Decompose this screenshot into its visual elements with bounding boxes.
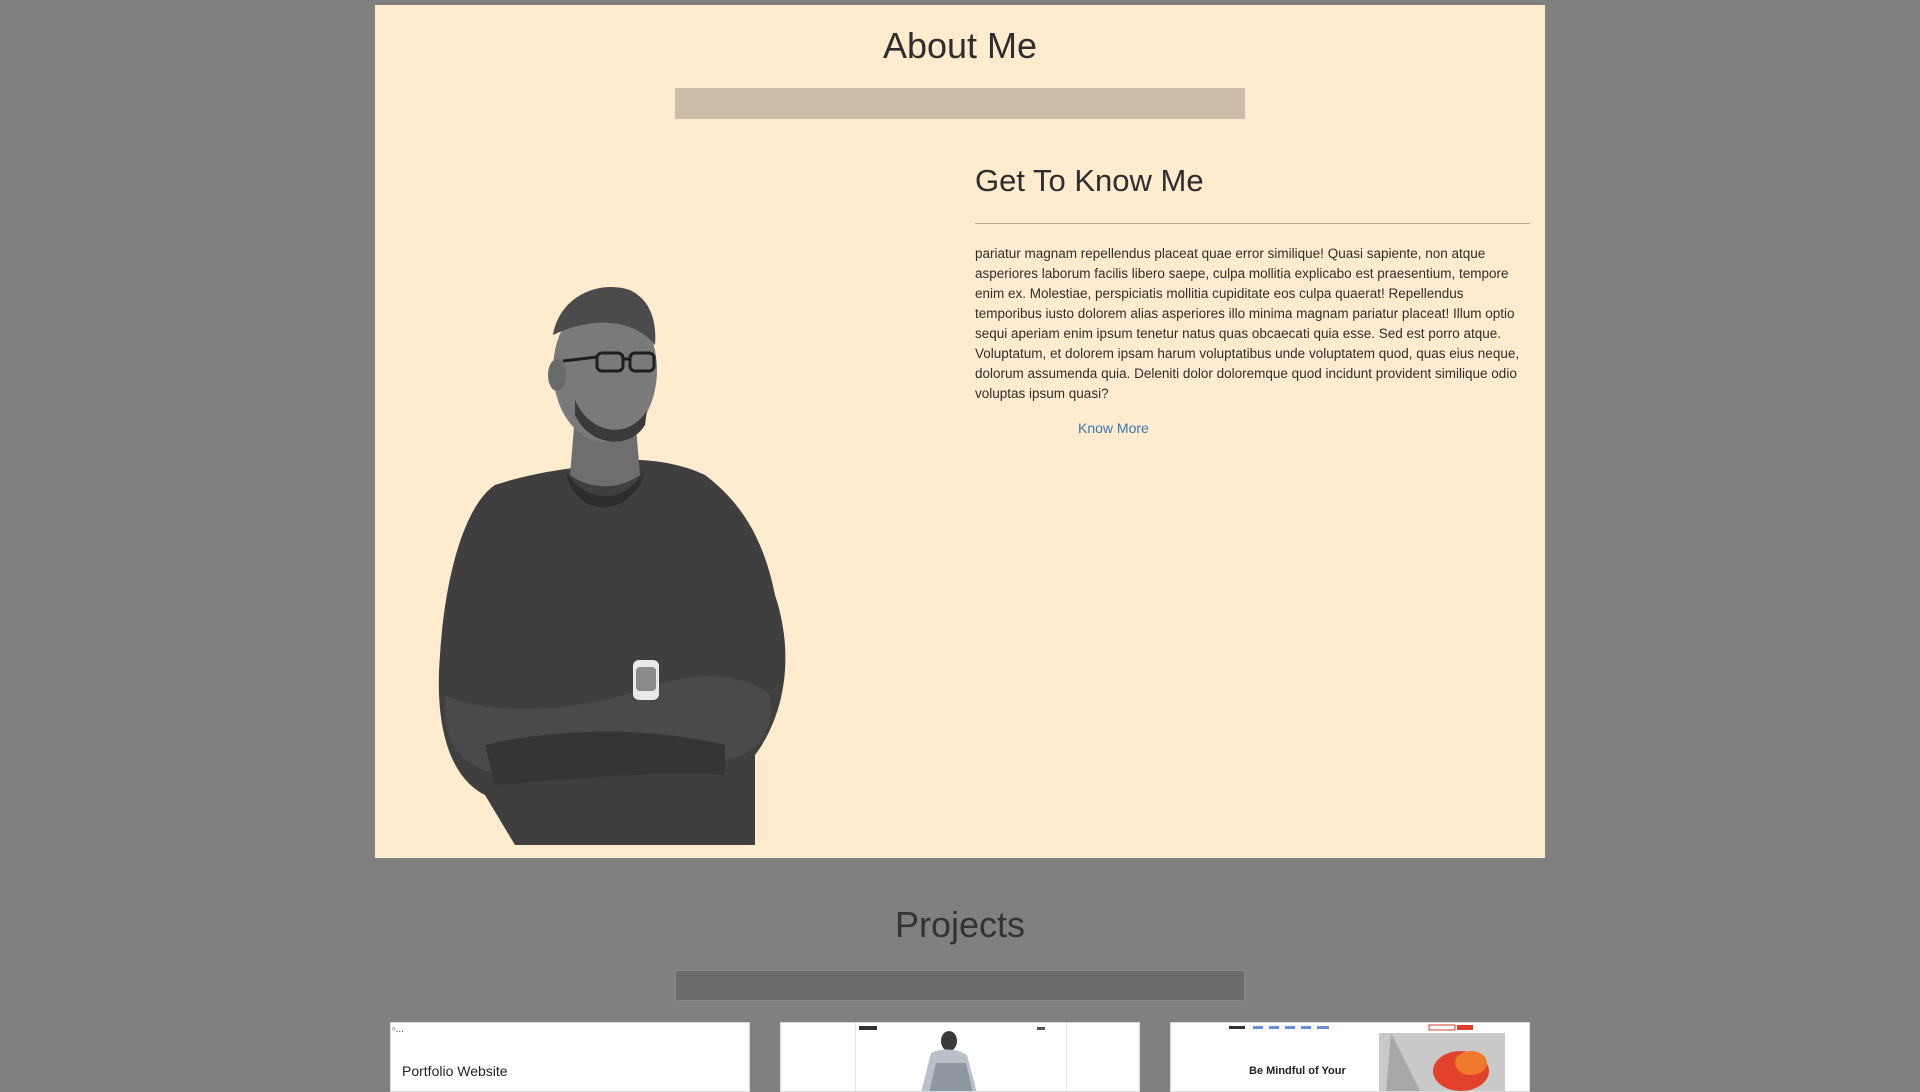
project-thumbnail <box>1171 1023 1529 1091</box>
about-heading: Get To Know Me <box>975 163 1204 198</box>
about-title: About Me <box>882 25 1038 66</box>
thumbnail-headline: Be Mindful of Your <box>1249 1065 1346 1077</box>
projects-title-underline-bar <box>675 970 1245 1001</box>
know-more-link[interactable]: Know More <box>1078 420 1149 436</box>
about-section: About Me Get To Know Me pariatur magnam … <box>375 5 1545 858</box>
projects-title: Projects <box>894 904 1026 945</box>
image-alt-text: ... <box>395 1024 404 1035</box>
project-thumbnail <box>781 1023 1139 1091</box>
heading-divider <box>975 223 1530 224</box>
project-card-portfolio[interactable]: ▫... Portfolio Website <box>390 1022 750 1092</box>
about-title-underline-bar <box>675 88 1245 119</box>
about-info: Get To Know Me pariatur magnam repellend… <box>975 155 1530 438</box>
profile-photo <box>438 287 786 845</box>
about-body-text: pariatur magnam repellendus placeat quae… <box>975 246 1520 401</box>
broken-image-icon: ▫... <box>392 1024 404 1035</box>
project-card-mindful[interactable]: Be Mindful of Your <box>1170 1022 1530 1092</box>
project-card-fashion[interactable] <box>780 1022 1140 1092</box>
project-card-title: Portfolio Website <box>402 1063 508 1079</box>
